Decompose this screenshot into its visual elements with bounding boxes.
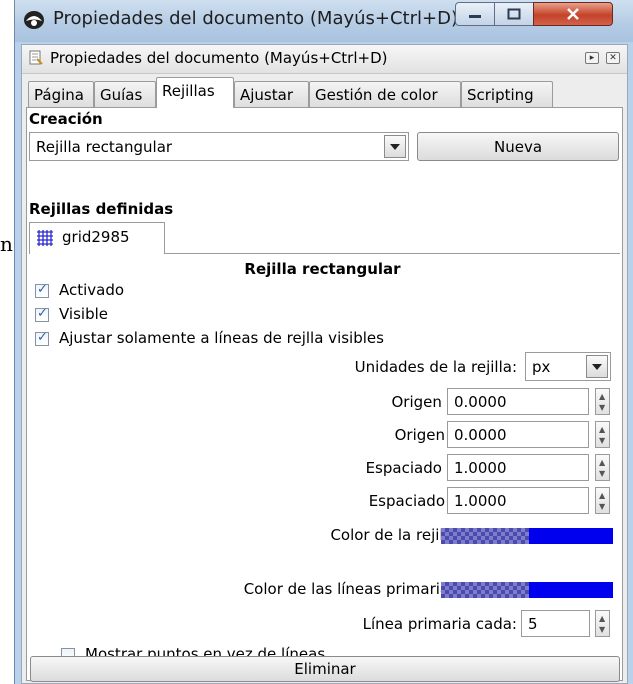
origin-y-spinner[interactable]: ▲ ▼ [595, 421, 610, 448]
chevron-down-icon [592, 363, 602, 370]
visible-checkbox[interactable] [35, 306, 49, 322]
origin-y-input[interactable]: 0.0000 [447, 421, 589, 448]
spacing-x-input[interactable]: 1.0000 [447, 454, 589, 481]
tab-rejillas[interactable]: Rejillas [156, 77, 234, 108]
units-value: px [532, 358, 551, 376]
major-every-spinner[interactable]: ▲ ▼ [595, 610, 610, 637]
origin-x-input[interactable]: 0.0000 [447, 388, 589, 415]
enabled-label: Activado [59, 281, 125, 299]
units-select[interactable]: px [525, 352, 611, 381]
title-bar[interactable]: Propiedades del documento (Mayús+Ctrl+D) [15, 0, 633, 42]
close-button[interactable] [533, 2, 613, 26]
document-properties-icon [29, 50, 43, 65]
delete-grid-button[interactable]: Eliminar [30, 656, 620, 682]
dock-title: Propiedades del documento (Mayús+Ctrl+D) [50, 49, 388, 67]
background-text-fragment: n [0, 232, 13, 256]
background-document: n [0, 0, 14, 684]
delete-grid-button-label: Eliminar [294, 660, 356, 678]
close-icon [567, 8, 579, 20]
visible-label: Visible [59, 305, 108, 323]
rejillas-panel: Creación Rejilla rectangular Nueva Rejil… [26, 107, 623, 681]
maximize-button[interactable] [494, 2, 534, 26]
document-properties-window: Propiedades del documento (Mayús+Ctrl+D)… [14, 0, 633, 684]
dialog-client-area: Propiedades del documento (Mayús+Ctrl+D)… [21, 44, 628, 684]
tab-ajustar[interactable]: Ajustar [234, 81, 309, 107]
grid-icon [37, 230, 53, 246]
spacing-y-spinner[interactable]: ▲ ▼ [595, 487, 610, 514]
tab-scripting[interactable]: Scripting [461, 81, 553, 107]
dock-close-button[interactable]: ✕ [606, 52, 620, 64]
tab-gestion-de-color[interactable]: Gestión de color [309, 81, 461, 107]
inkscape-app-icon [24, 11, 44, 29]
major-color-label: Color de las líneas primarias: [243, 580, 462, 598]
window-title: Propiedades del documento (Mayús+Ctrl+D) [53, 8, 458, 29]
major-color-solid-preview [529, 582, 613, 598]
minimize-button[interactable] [455, 2, 495, 26]
dock-expand-button[interactable]: ▸ [585, 52, 599, 64]
minimize-icon [469, 15, 481, 18]
grid-type-dropdown-button[interactable] [384, 135, 406, 158]
enabled-checkbox[interactable] [35, 282, 49, 298]
new-grid-button-label: Nueva [493, 137, 543, 156]
grid-tab-grid2985[interactable]: grid2985 [29, 222, 165, 254]
grid-type-value: Rejilla rectangular [36, 138, 173, 156]
tab-pagina[interactable]: Página [28, 81, 94, 107]
maximize-icon [507, 8, 521, 20]
major-every-label: Línea primaria cada: [362, 615, 517, 633]
grid-settings-heading: Rejilla rectangular [244, 260, 401, 278]
creation-heading: Creación [29, 110, 103, 128]
units-label: Unidades de la rejilla: [354, 358, 517, 376]
major-color-alpha-preview [441, 582, 529, 598]
grid-type-select[interactable]: Rejilla rectangular [29, 132, 409, 161]
tab-guias[interactable]: Guías [94, 81, 156, 107]
grid-color-alpha-preview [441, 528, 529, 544]
grid-color-solid-preview [529, 528, 613, 544]
dock-header: Propiedades del documento (Mayús+Ctrl+D)… [22, 45, 627, 74]
units-dropdown-button[interactable] [586, 355, 608, 378]
snap-visible-checkbox[interactable] [35, 330, 49, 346]
grid-tab-label: grid2985 [62, 228, 130, 246]
chevron-down-icon [390, 143, 400, 150]
spacing-y-input[interactable]: 1.0000 [447, 487, 589, 514]
origin-x-spinner[interactable]: ▲ ▼ [595, 388, 610, 415]
new-grid-button[interactable]: Nueva [417, 132, 619, 161]
major-color-button[interactable] [441, 582, 613, 598]
defined-grids-heading: Rejillas definidas [29, 200, 174, 218]
spacing-x-spinner[interactable]: ▲ ▼ [595, 454, 610, 481]
snap-visible-label: Ajustar solamente a líneas de rejlla vis… [59, 329, 384, 347]
grid-color-button[interactable] [441, 528, 613, 544]
major-every-input[interactable]: 5 [521, 610, 590, 637]
